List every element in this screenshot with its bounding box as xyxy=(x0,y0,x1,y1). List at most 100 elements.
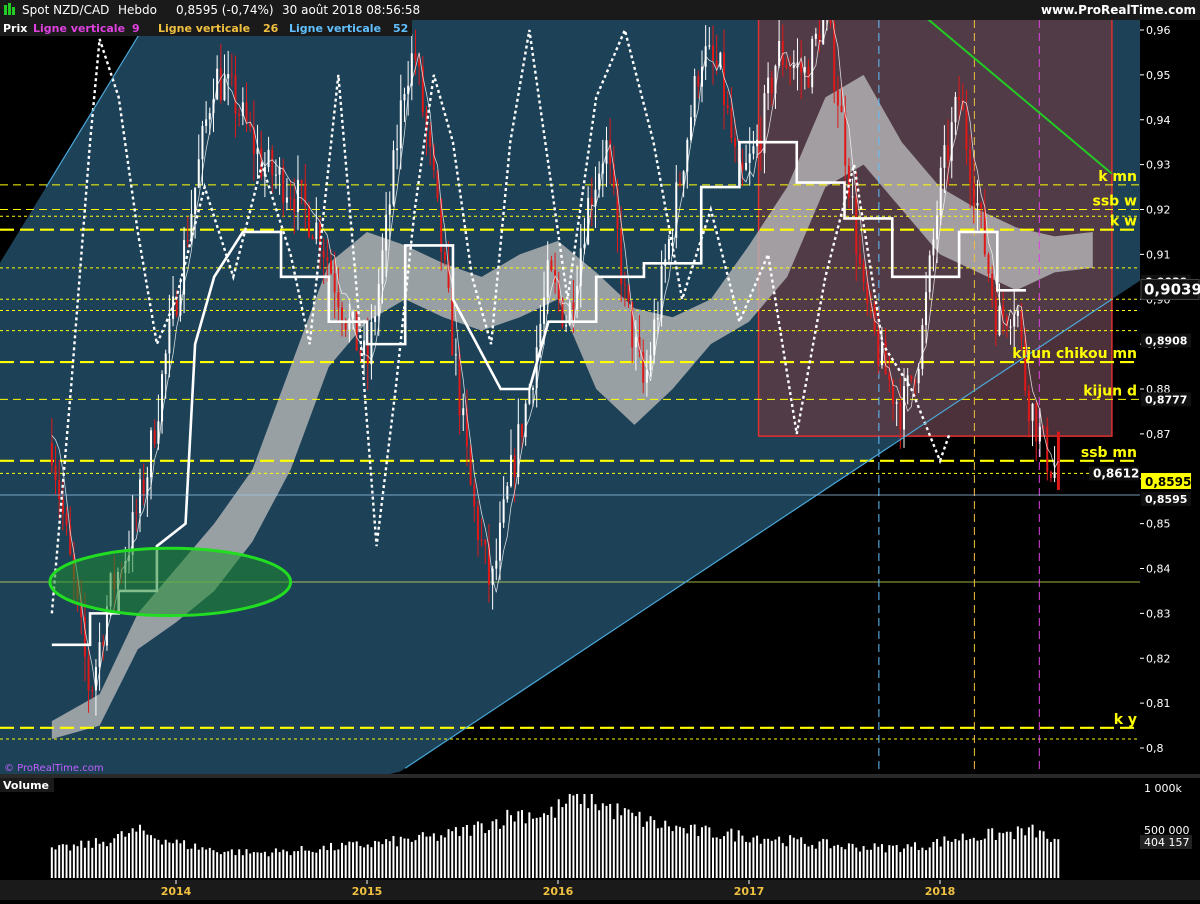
candle-up xyxy=(385,214,388,251)
volume-bar xyxy=(116,834,119,878)
volume-bar xyxy=(1057,839,1060,878)
level-label: ssb w xyxy=(1093,194,1138,210)
volume-bar xyxy=(102,841,105,878)
candle-up xyxy=(532,387,535,390)
volume-bar xyxy=(326,850,329,878)
instrument-name: Spot NZD/CAD xyxy=(22,3,109,17)
volume-bar xyxy=(146,834,149,878)
volume-bar xyxy=(509,815,512,878)
volume-bar xyxy=(880,844,883,878)
candle-up xyxy=(928,255,931,293)
time-tick-label: 2016 xyxy=(543,885,574,898)
volume-bar xyxy=(972,837,975,878)
level-label: k y xyxy=(1114,712,1137,728)
volume-bar xyxy=(587,808,590,878)
candle-up xyxy=(392,150,395,205)
legend-vertical-line-52[interactable]: Ligne verticale xyxy=(289,22,381,35)
volume-bar xyxy=(1042,831,1045,878)
volume-bar xyxy=(179,843,182,878)
price-badge-value: 0,8777 xyxy=(1145,393,1187,406)
volume-bar xyxy=(796,839,799,878)
volume-bar xyxy=(157,839,160,878)
volume-bar xyxy=(1053,838,1056,878)
candle-up xyxy=(227,74,230,79)
volume-bar xyxy=(208,847,211,878)
candle-up xyxy=(381,250,384,284)
candle-down xyxy=(840,105,843,113)
candle-up xyxy=(752,146,755,154)
volume-bar xyxy=(1031,824,1034,878)
candle-up xyxy=(748,153,751,163)
volume-bar xyxy=(998,832,1001,878)
volume-bar xyxy=(385,839,388,878)
volume-bar xyxy=(293,851,296,878)
volume-bar xyxy=(197,849,200,878)
candle-down xyxy=(994,297,997,335)
volume-bar xyxy=(891,845,894,878)
candle-up xyxy=(502,499,505,523)
candle-down xyxy=(899,402,902,430)
candle-down xyxy=(271,149,274,176)
volume-bar xyxy=(862,846,865,878)
volume-bar xyxy=(80,840,83,878)
price-tick-label: 0,82 xyxy=(1146,652,1171,665)
candle-down xyxy=(219,68,222,101)
candle-up xyxy=(1016,310,1019,316)
candle-down xyxy=(521,424,524,438)
volume-bar xyxy=(642,826,645,878)
volume-bar xyxy=(1038,830,1041,878)
volume-bar xyxy=(58,845,61,878)
volume-bar xyxy=(814,848,817,878)
volume-bar xyxy=(921,847,924,878)
watermark: © ProRealTime.com xyxy=(4,763,104,774)
volume-bar xyxy=(366,844,369,878)
candle-down xyxy=(414,53,417,61)
candle-up xyxy=(932,239,935,256)
volume-bar xyxy=(704,825,707,878)
candle-up xyxy=(921,325,924,369)
volume-bar xyxy=(451,831,454,878)
volume-bar xyxy=(513,821,516,878)
volume-bar xyxy=(436,840,439,878)
volume-bar xyxy=(348,841,351,878)
candle-down xyxy=(1049,471,1052,479)
highlight-ellipse[interactable] xyxy=(48,546,293,618)
price-tick-label: 0,84 xyxy=(1146,563,1171,576)
volume-bar xyxy=(598,810,601,878)
legend-vertical-line-9[interactable]: Ligne verticale xyxy=(33,22,125,35)
candle-up xyxy=(936,215,939,240)
volume-bar xyxy=(1002,833,1005,878)
volume-bar xyxy=(506,809,509,878)
volume-bar xyxy=(98,843,101,878)
volume-bar xyxy=(392,835,395,878)
level-label: k w xyxy=(1110,214,1137,230)
candle-up xyxy=(352,311,355,319)
candle-up xyxy=(168,318,171,354)
candle-up xyxy=(634,337,637,348)
panel-separator[interactable] xyxy=(0,774,1200,778)
volume-bar xyxy=(833,845,836,878)
indicator-legend: Prix Ligne verticale 9 Ligne verticale 2… xyxy=(0,20,412,36)
legend-price[interactable]: Prix xyxy=(3,22,27,35)
website-link[interactable]: www.ProRealTime.com xyxy=(1041,3,1196,17)
candle-up xyxy=(374,316,377,322)
volume-bar xyxy=(113,838,116,878)
volume-bar xyxy=(785,846,788,878)
volume-bar xyxy=(858,851,861,878)
legend-param-26: 26 xyxy=(263,22,279,35)
volume-bar xyxy=(869,849,872,878)
candle-up xyxy=(285,197,288,203)
candle-up xyxy=(745,162,748,170)
candle-up xyxy=(396,148,399,151)
legend-vertical-line-26[interactable]: Ligne verticale xyxy=(158,22,250,35)
volume-bar xyxy=(697,836,700,878)
volume-title[interactable]: Volume xyxy=(3,779,49,792)
volume-bar xyxy=(645,821,648,878)
volume-bar xyxy=(480,823,483,878)
volume-bar xyxy=(194,843,197,878)
volume-bar xyxy=(583,794,586,878)
volume-bar xyxy=(888,845,891,878)
volume-bar xyxy=(554,817,557,878)
volume-bar xyxy=(965,840,968,878)
volume-bar xyxy=(792,837,795,878)
